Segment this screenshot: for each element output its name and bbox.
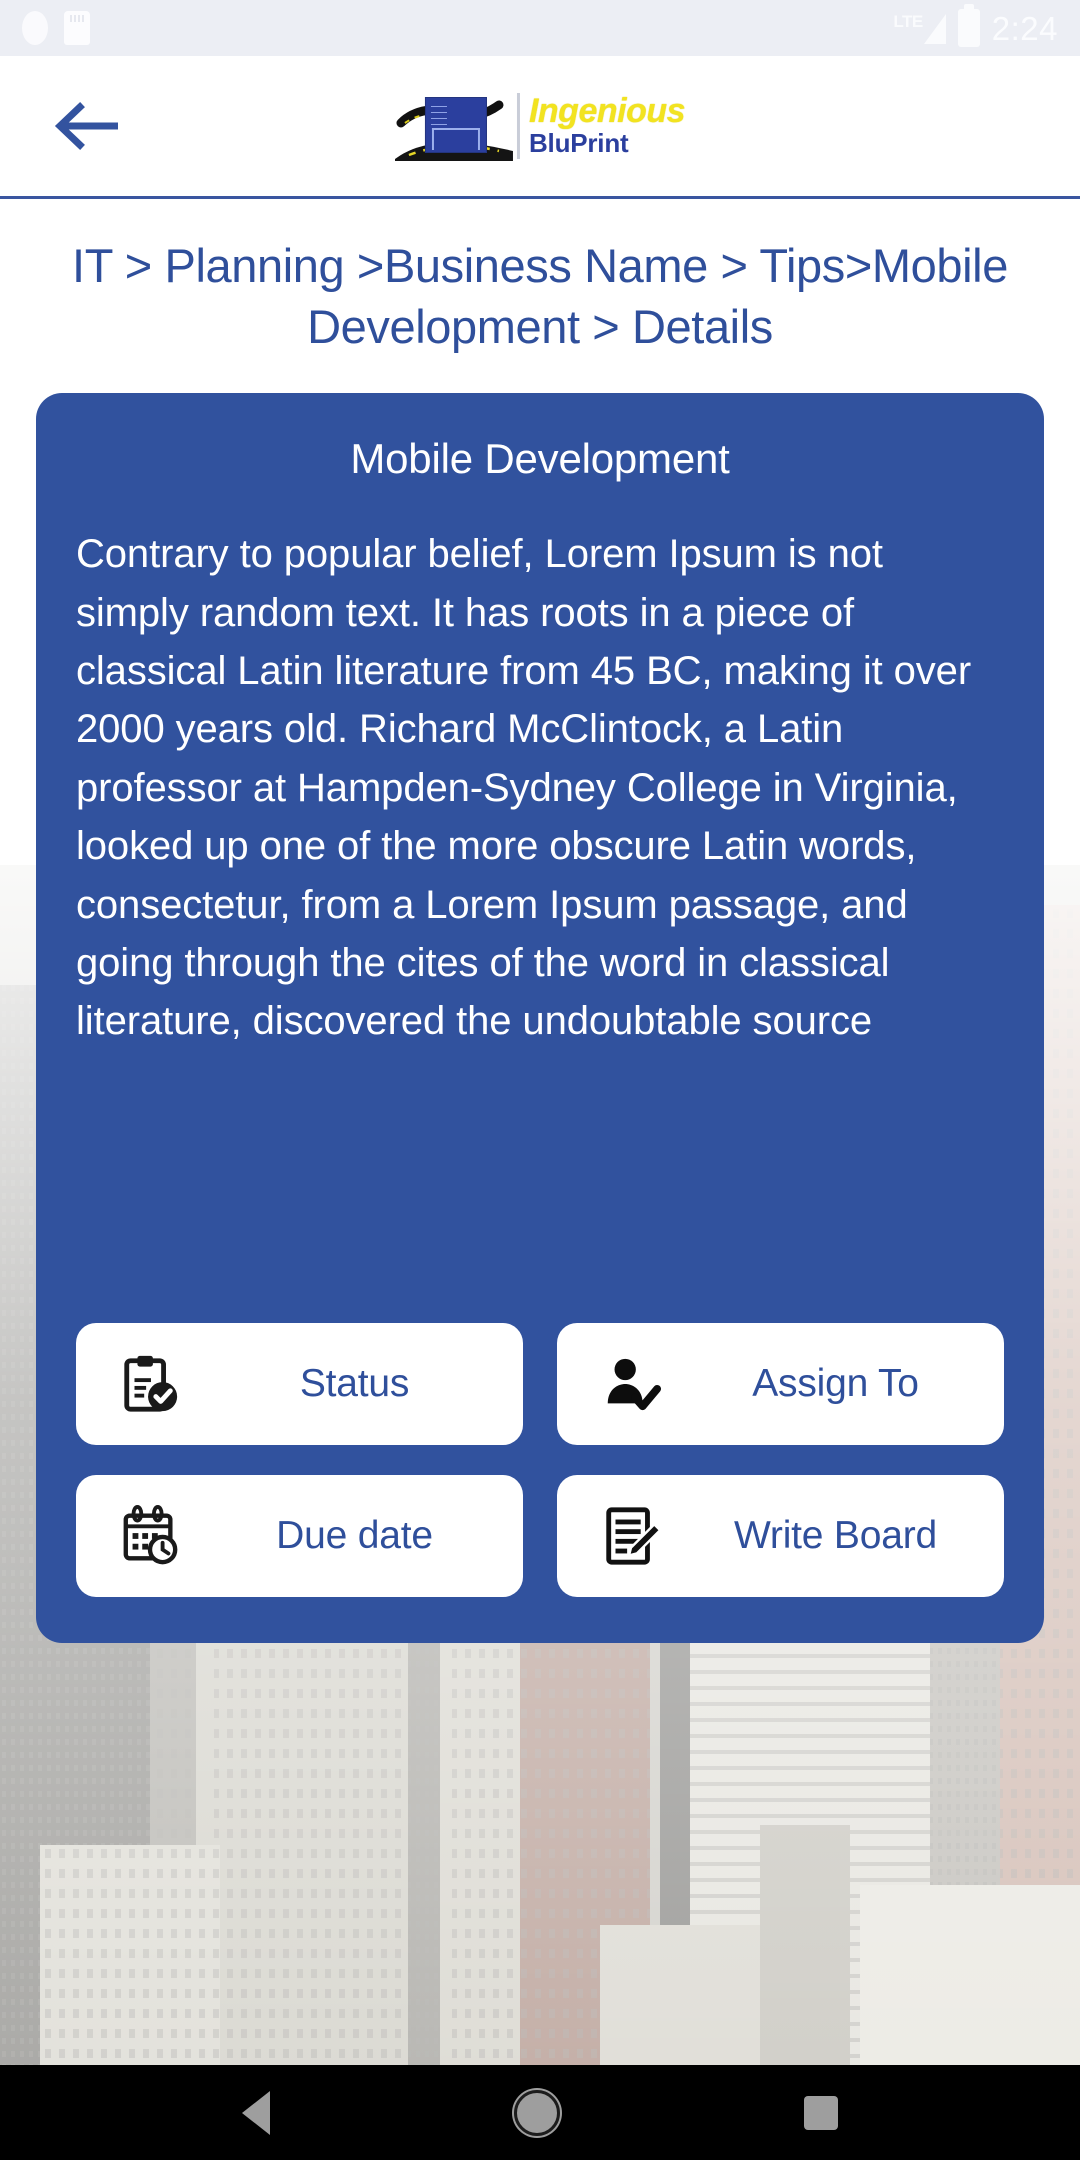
person-check-icon: [597, 1350, 665, 1418]
logo-divider: [516, 93, 520, 159]
assign-to-button-label: Assign To: [752, 1362, 919, 1406]
nav-back-icon[interactable]: [242, 2090, 270, 2135]
status-button-label: Status: [299, 1362, 410, 1406]
calendar-clock-icon: [116, 1502, 184, 1570]
assign-to-button[interactable]: Assign To: [557, 1323, 1004, 1446]
signal-bars-icon: [923, 13, 946, 44]
details-card: Mobile Development Contrary to popular b…: [36, 393, 1044, 1644]
app-logo: Ingenious BluPrint: [394, 89, 686, 163]
write-board-button-label: Write Board: [734, 1514, 937, 1558]
app-bar-divider: [0, 196, 1080, 199]
app-screen: LTE 2:24 Ingenious BluPrint IT > Plannin…: [0, 0, 1080, 2160]
due-date-button[interactable]: Due date: [76, 1475, 523, 1598]
action-row: Status Assign To: [76, 1323, 1004, 1446]
lte-label: LTE: [893, 11, 923, 31]
nav-home-icon[interactable]: [514, 2089, 560, 2136]
logo-secondary-text: BluPrint: [528, 128, 629, 158]
card-title: Mobile Development: [350, 435, 730, 483]
battery-icon: [957, 4, 980, 47]
status-bar: LTE 2:24: [0, 0, 1080, 56]
due-date-button-label: Due date: [276, 1514, 433, 1558]
back-arrow-icon: [54, 102, 118, 150]
android-navigation-bar: [0, 2065, 1080, 2160]
nav-recents-icon[interactable]: [804, 2095, 838, 2130]
status-bar-right-icons: LTE 2:24: [893, 4, 1058, 47]
page-content: IT > Planning >Business Name > Tips>Mobi…: [0, 199, 1080, 2065]
logo-text: Ingenious BluPrint: [528, 91, 686, 158]
back-button[interactable]: [28, 68, 144, 184]
status-bar-left-icons: [22, 11, 90, 45]
breadcrumb: IT > Planning >Business Name > Tips>Mobi…: [72, 239, 1008, 354]
card-actions: Status Assign To Due date Write Board: [76, 1323, 1004, 1598]
status-bar-clock: 2:24: [991, 9, 1058, 47]
lte-signal-icon: LTE: [893, 11, 946, 44]
logo-primary-text: Ingenious: [528, 91, 686, 130]
app-bar: Ingenious BluPrint: [0, 56, 1080, 196]
clipboard-check-icon: [116, 1350, 184, 1418]
blueprint-square-icon: [424, 97, 487, 153]
sim-card-icon: [64, 11, 90, 45]
write-board-button[interactable]: Write Board: [557, 1475, 1004, 1598]
logo-graphic: [394, 89, 515, 163]
status-button[interactable]: Status: [76, 1323, 523, 1446]
document-pencil-icon: [597, 1502, 665, 1570]
battery-saver-icon: [22, 11, 48, 45]
card-description: Contrary to popular belief, Lorem Ipsum …: [76, 532, 972, 1044]
action-row: Due date Write Board: [76, 1475, 1004, 1598]
